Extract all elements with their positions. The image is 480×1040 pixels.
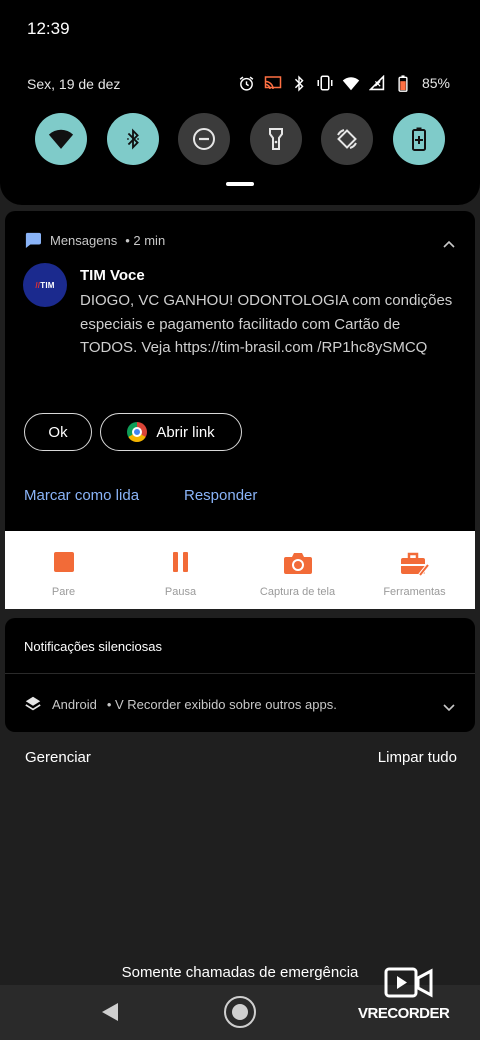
- open-link-label: Abrir link: [156, 423, 215, 441]
- pause-button[interactable]: Pausa: [122, 531, 239, 609]
- android-notification-text: • V Recorder exibido sobre outros apps.: [106, 696, 337, 712]
- date-label[interactable]: Sex, 19 de dez: [27, 76, 120, 92]
- app-name: Mensagens: [50, 232, 118, 248]
- avatar-logo: //TIM: [35, 280, 55, 290]
- flashlight-tile[interactable]: [250, 113, 302, 165]
- android-app-name: Android: [52, 696, 97, 712]
- android-system-notification[interactable]: Android • V Recorder exibido sobre outro…: [24, 695, 337, 713]
- ok-button[interactable]: Ok: [24, 413, 92, 451]
- signal-icon: [368, 74, 386, 92]
- manage-button[interactable]: Gerenciar: [25, 749, 91, 766]
- stop-icon: [53, 552, 74, 572]
- watermark-text: VRECORDER: [358, 1005, 450, 1022]
- message-body: DIOGO, VC GANHOU! ODONTOLOGIA com condiç…: [80, 292, 453, 356]
- video-camera-icon: [384, 967, 433, 998]
- quick-tiles: [35, 113, 445, 165]
- messages-app-icon: [25, 232, 41, 248]
- avatar: //TIM: [23, 263, 67, 307]
- chevron-down-icon[interactable]: [443, 699, 455, 717]
- wifi-icon: [342, 74, 360, 92]
- cast-icon: [264, 74, 282, 92]
- alarm-icon: [238, 74, 256, 92]
- clock: 12:39: [27, 19, 70, 38]
- clear-all-button[interactable]: Limpar tudo: [378, 749, 457, 766]
- silent-notifications-section: Notificações silenciosas Android • V Rec…: [5, 618, 475, 732]
- chrome-icon: [127, 422, 148, 442]
- notification-time: • 2 min: [125, 232, 166, 248]
- tools-label: Ferramentas: [383, 586, 446, 598]
- wifi-icon: [48, 129, 74, 149]
- tools-button[interactable]: Ferramentas: [356, 531, 473, 609]
- wifi-tile[interactable]: [35, 113, 87, 165]
- pause-label: Pausa: [164, 586, 197, 598]
- silent-title: Notificações silenciosas: [24, 639, 163, 654]
- layers-icon: [25, 696, 41, 711]
- bluetooth-tile[interactable]: [107, 113, 159, 165]
- mark-as-read-button[interactable]: Marcar como lida: [24, 487, 139, 504]
- quick-settings-panel: 12:39 Sex, 19 de dez 85%: [0, 0, 480, 205]
- screenshot-button[interactable]: Captura de tela: [239, 531, 356, 609]
- notification-header: Mensagens • 2 min: [24, 232, 165, 248]
- bluetooth-icon: [127, 128, 139, 150]
- do-not-disturb-icon: [193, 128, 215, 150]
- drag-handle[interactable]: [226, 182, 254, 186]
- battery-icon: [394, 74, 412, 92]
- stop-button[interactable]: Pare: [5, 531, 122, 609]
- vrecorder-watermark: VRECORDER: [358, 966, 462, 1022]
- open-link-button[interactable]: Abrir link: [100, 413, 242, 451]
- do-not-disturb-tile[interactable]: [178, 113, 230, 165]
- battery-percentage: 85%: [421, 75, 450, 91]
- camera-icon: [283, 553, 312, 574]
- home-icon[interactable]: [222, 994, 258, 1035]
- pause-icon: [172, 552, 188, 572]
- ok-label: Ok: [48, 423, 68, 441]
- toolbox-icon: [400, 552, 430, 577]
- battery-saver-tile[interactable]: [393, 113, 445, 165]
- auto-rotate-tile[interactable]: [321, 113, 373, 165]
- flashlight-icon: [269, 128, 283, 150]
- divider: [5, 673, 475, 674]
- status-icons: 85%: [238, 74, 450, 92]
- stop-label: Pare: [51, 586, 76, 598]
- sender-name: TIM Voce: [80, 267, 145, 284]
- chevron-up-icon[interactable]: [443, 235, 455, 253]
- bluetooth-icon: [290, 74, 308, 92]
- battery-saver-icon: [412, 127, 426, 151]
- vibrate-icon: [316, 74, 334, 92]
- back-icon[interactable]: [100, 1002, 120, 1027]
- recorder-controls: Pare Pausa Captura de tela Ferramentas: [5, 531, 475, 609]
- screenshot-label: Captura de tela: [259, 586, 336, 598]
- reply-button[interactable]: Responder: [184, 487, 257, 504]
- auto-rotate-icon: [337, 129, 357, 149]
